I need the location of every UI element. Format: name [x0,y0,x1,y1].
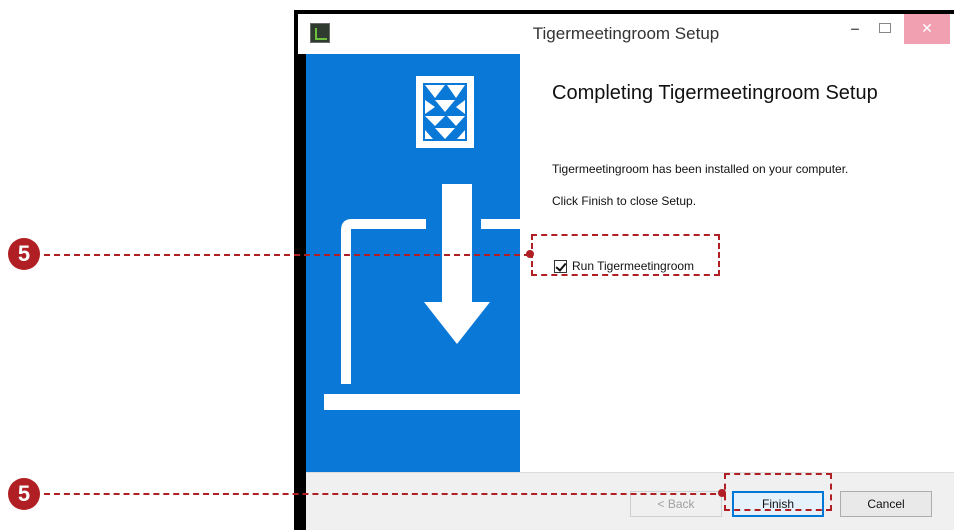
callout-line-finish [44,493,726,495]
callout-dot-checkbox [526,250,534,258]
callout-line-checkbox [44,254,530,256]
wizard-footer: < Back Finish Cancel [306,472,954,530]
maximize-button[interactable] [872,14,898,44]
wizard-side-banner [306,54,520,472]
page-heading: Completing Tigermeetingroom Setup [552,82,878,104]
tiger-logo-icon [416,76,474,148]
finish-instruction: Click Finish to close Setup. [552,194,697,208]
maximize-icon [879,23,891,33]
callout-dot-finish [718,489,726,497]
installed-message: Tigermeetingroom has been installed on y… [552,162,849,176]
finish-highlight [724,473,832,511]
step-badge-finish: 5 [8,478,40,510]
title-bar[interactable]: Tigermeetingroom Setup ‒ ✕ [298,14,954,54]
checkbox-highlight [531,234,720,276]
step-badge-checkbox: 5 [8,238,40,270]
close-button[interactable]: ✕ [904,14,950,44]
install-illustration-icon [324,76,520,410]
cancel-button[interactable]: Cancel [840,491,932,517]
minimize-button[interactable]: ‒ [842,14,868,44]
